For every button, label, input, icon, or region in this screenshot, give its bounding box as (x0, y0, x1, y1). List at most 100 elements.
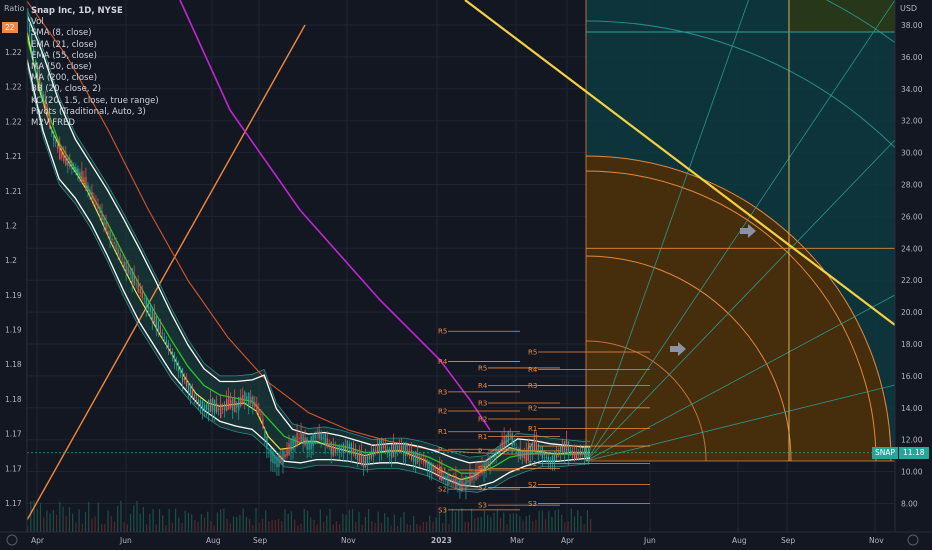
candle-body (411, 450, 413, 461)
volume-bar (467, 521, 469, 532)
right-axis-tick: 20.00 (901, 308, 923, 317)
candle-body (153, 312, 155, 324)
volume-bar (538, 510, 540, 532)
volume-bar (384, 513, 386, 532)
candle-body (443, 475, 445, 478)
volume-bar (348, 509, 350, 532)
candle-body (344, 445, 346, 450)
candle-body (59, 145, 61, 160)
candle-body (487, 460, 489, 466)
candle-body (340, 447, 342, 452)
candle-body (167, 342, 170, 349)
volume-bar (329, 508, 331, 532)
volume-bar (72, 513, 74, 532)
candle-body (360, 452, 363, 466)
candle-body (336, 449, 338, 451)
candle-body (159, 325, 162, 334)
candle-body (228, 396, 230, 410)
candle-body (216, 403, 218, 413)
candle-body (203, 405, 206, 411)
candle-body (91, 191, 93, 200)
candle-body (151, 306, 153, 321)
volume-bar (46, 510, 48, 532)
candle-body (248, 392, 250, 406)
candle-body (218, 408, 220, 411)
candle-body (139, 289, 141, 294)
candle-body (370, 451, 373, 459)
x-axis-tick: Aug (732, 536, 747, 545)
volume-bar (274, 520, 276, 532)
volume-bar (91, 518, 93, 532)
candle-body (374, 449, 377, 452)
candle-body (266, 436, 268, 450)
candle-body (101, 211, 103, 220)
volume-bar (390, 525, 392, 532)
right-axis-tick: 30.00 (901, 149, 923, 158)
volume-bar (78, 509, 80, 532)
candle-body (312, 433, 314, 447)
candle-body (463, 482, 465, 486)
volume-bar (100, 524, 103, 532)
candle-body (469, 473, 471, 486)
volume-bar (525, 516, 527, 532)
volume-bar (97, 502, 99, 532)
candle-body (491, 458, 493, 460)
candle-body (189, 384, 192, 396)
candle-body (67, 158, 69, 166)
volume-bar (88, 501, 90, 532)
left-axis-tick: 1.21 (5, 187, 22, 196)
candle-body (322, 437, 324, 439)
candle-body (392, 442, 395, 458)
candle-body (149, 307, 151, 313)
volume-bar (509, 513, 511, 532)
volume-bar (586, 510, 588, 532)
volume-bar (564, 522, 566, 532)
candle-body (220, 403, 222, 419)
candle-body (123, 261, 125, 267)
volume-bar (429, 515, 431, 532)
candle-body (131, 268, 133, 283)
volume-bar (416, 524, 418, 532)
volume-bar (557, 509, 560, 532)
candle-body (117, 248, 119, 254)
volume-bar (448, 524, 450, 532)
volume-bar (393, 514, 395, 532)
candle-body (308, 442, 310, 450)
volume-bar (68, 507, 71, 532)
volume-bar (561, 514, 563, 532)
volume-bar (345, 514, 347, 532)
volume-bar (216, 512, 219, 532)
volume-bar (287, 513, 289, 532)
candle-body (342, 443, 344, 454)
candle-body (533, 438, 535, 451)
volume-bar (396, 525, 399, 532)
volume-bar (490, 517, 492, 532)
volume-bar (310, 517, 312, 532)
candle-body (256, 404, 258, 412)
candle-body (302, 433, 304, 444)
candle-body (515, 447, 517, 450)
candle-body (332, 445, 334, 456)
candle-body (71, 162, 73, 169)
left-axis-tick: 1.18 (5, 360, 22, 369)
candle-body (563, 441, 566, 455)
candle-body (405, 442, 407, 456)
candle-body (63, 153, 65, 162)
volume-bar (477, 517, 479, 532)
volume-bar (487, 515, 489, 532)
pivot-label: R4 (478, 382, 488, 390)
candle-body (37, 66, 39, 80)
pivot-label: R1 (438, 428, 447, 436)
x-axis-tick: Jun (119, 536, 132, 545)
volume-bar (223, 508, 225, 532)
candle-body (316, 432, 318, 435)
candle-body (105, 222, 107, 232)
candle-body (559, 447, 562, 455)
candle-body (310, 436, 312, 450)
usd-axis-label: USD (900, 4, 918, 13)
candle-body (115, 244, 117, 250)
candle-body (547, 456, 550, 463)
volume-bar (374, 522, 376, 532)
price-chart[interactable]: R5 R4 R3 R2 R1 P S1 S2 S3 R5 R4 R3 R2 R1 P S1 S2 S3 R5 R4 R3… (0, 0, 932, 550)
volume-bar (470, 508, 473, 532)
